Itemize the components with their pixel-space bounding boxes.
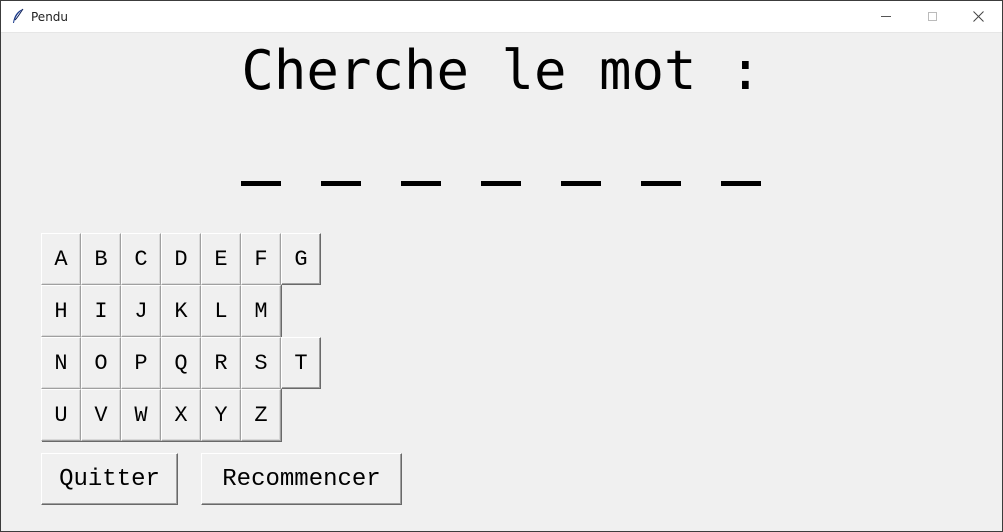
feather-icon xyxy=(13,8,24,23)
letter-slot xyxy=(641,181,681,186)
letter-key-y[interactable]: Y xyxy=(201,389,241,441)
letter-slot xyxy=(241,181,281,186)
letter-key-n[interactable]: N xyxy=(41,337,81,389)
letter-key-u[interactable]: U xyxy=(41,389,81,441)
close-icon xyxy=(972,11,984,22)
letter-key-r[interactable]: R xyxy=(201,337,241,389)
minimize-button[interactable] xyxy=(863,1,909,32)
letter-key-p[interactable]: P xyxy=(121,337,161,389)
letter-key-f[interactable]: F xyxy=(241,233,281,285)
letter-key-k[interactable]: K xyxy=(161,285,201,337)
letter-slot xyxy=(721,181,761,186)
letter-slot xyxy=(481,181,521,186)
title-bar[interactable]: Pendu xyxy=(1,1,1002,33)
letter-key-t[interactable]: T xyxy=(281,337,321,389)
letter-key-h[interactable]: H xyxy=(41,285,81,337)
letter-key-a[interactable]: A xyxy=(41,233,81,285)
prompt-heading: Cherche le mot : xyxy=(241,39,762,102)
letter-slot xyxy=(321,181,361,186)
letter-key-o[interactable]: O xyxy=(81,337,121,389)
minimize-icon xyxy=(881,16,891,17)
letter-key-v[interactable]: V xyxy=(81,389,121,441)
letter-key-z[interactable]: Z xyxy=(241,389,281,441)
restart-button[interactable]: Recommencer xyxy=(201,453,402,505)
letter-key-w[interactable]: W xyxy=(121,389,161,441)
app-window: Pendu Cherche le mot : ABCDEFGHIJKLMNOPQ… xyxy=(0,0,1003,532)
letter-slot xyxy=(561,181,601,186)
letter-key-e[interactable]: E xyxy=(201,233,241,285)
letter-key-i[interactable]: I xyxy=(81,285,121,337)
letter-key-l[interactable]: L xyxy=(201,285,241,337)
letter-key-d[interactable]: D xyxy=(161,233,201,285)
window-title: Pendu xyxy=(31,10,69,24)
letter-key-x[interactable]: X xyxy=(161,389,201,441)
maximize-button[interactable] xyxy=(909,1,955,32)
letter-key-b[interactable]: B xyxy=(81,233,121,285)
letter-slot xyxy=(401,181,441,186)
letter-key-q[interactable]: Q xyxy=(161,337,201,389)
letter-key-g[interactable]: G xyxy=(281,233,321,285)
letter-key-s[interactable]: S xyxy=(241,337,281,389)
maximize-icon xyxy=(927,12,937,21)
letter-key-m[interactable]: M xyxy=(241,285,281,337)
letter-key-j[interactable]: J xyxy=(121,285,161,337)
close-button[interactable] xyxy=(955,1,1001,32)
quit-button[interactable]: Quitter xyxy=(41,453,178,505)
letter-key-c[interactable]: C xyxy=(121,233,161,285)
